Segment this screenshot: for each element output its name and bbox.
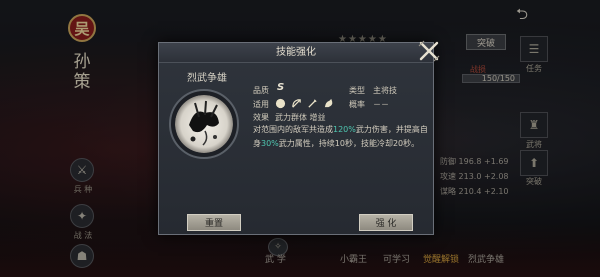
skill-enhance-dialog: 技能强化 烈武争雄 品质 S 类型 主将技 适用 概率 －－ 效果 武力群体 增… (158, 40, 440, 235)
desc-part-3: 武力属性，持续10秒，技能冷却20秒。 (278, 139, 420, 148)
suitable-key: 适用 (253, 100, 269, 109)
skill-ink-emblem (175, 95, 233, 153)
type-value: 主将技 (373, 86, 397, 95)
shield-unit-icon (275, 98, 286, 109)
quality-value: S (277, 82, 285, 93)
cavalry-unit-icon (324, 98, 333, 108)
probability-key: 概率 (349, 100, 365, 109)
dialog-title: 技能强化 (159, 43, 433, 63)
desc-percent-2: 30% (261, 139, 279, 148)
close-icon[interactable] (417, 39, 441, 63)
skill-portrait-frame (169, 89, 239, 159)
type-key: 类型 (349, 86, 365, 95)
bow-unit-icon (292, 99, 301, 108)
quality-key: 品质 (253, 86, 269, 95)
skill-name: 烈武争雄 (187, 73, 227, 84)
skill-description: 对范围内的敌军共造成120%武力伤害，并提高自身30%武力属性，持续10秒，技能… (253, 123, 431, 151)
probability-value: －－ (373, 100, 389, 109)
desc-part-1: 对范围内的敌军共造成 (253, 125, 333, 134)
enhance-button[interactable]: 强 化 (359, 214, 413, 231)
reset-button[interactable]: 重置 (187, 214, 241, 231)
desc-percent-1: 120% (333, 125, 356, 134)
effect-value: 武力群体 增益 (275, 113, 326, 122)
spear-unit-icon (308, 99, 317, 108)
effect-key: 效果 (253, 113, 269, 122)
